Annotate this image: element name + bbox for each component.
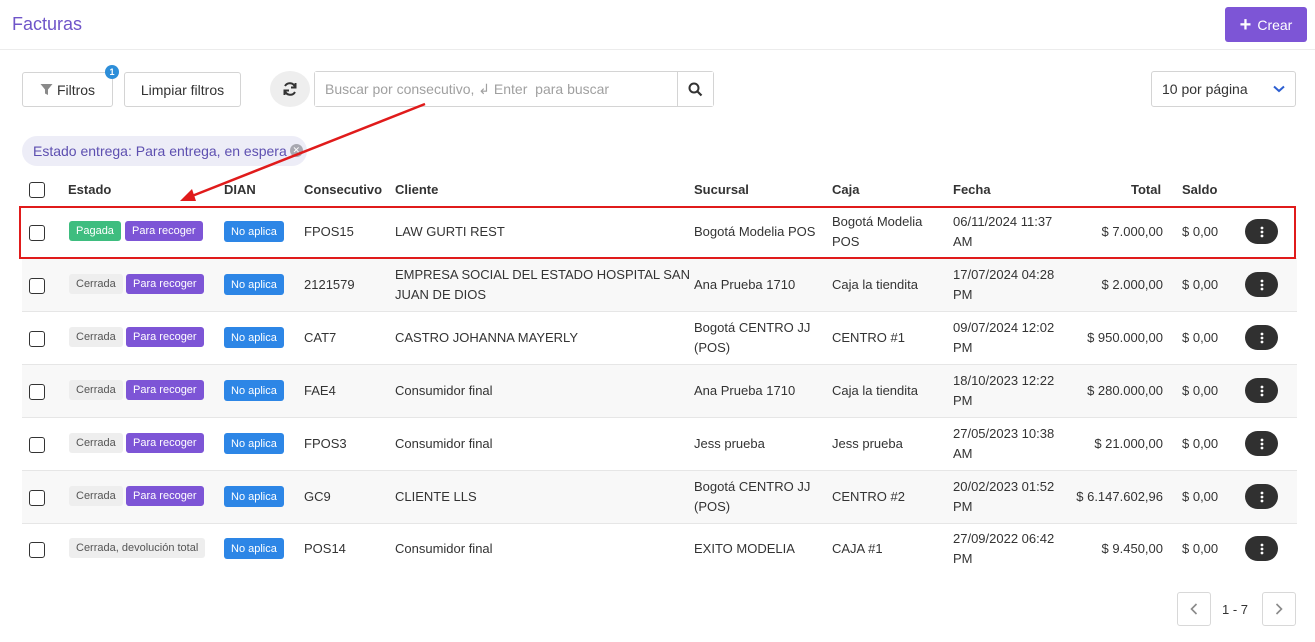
pagination-range: 1 - 7 bbox=[1222, 602, 1249, 617]
annotation-arrow bbox=[180, 102, 426, 201]
previous-page-button[interactable] bbox=[1177, 592, 1211, 626]
next-page-button[interactable] bbox=[1262, 592, 1296, 626]
chevron-left-icon bbox=[1190, 603, 1198, 615]
chevron-right-icon bbox=[1275, 603, 1283, 615]
